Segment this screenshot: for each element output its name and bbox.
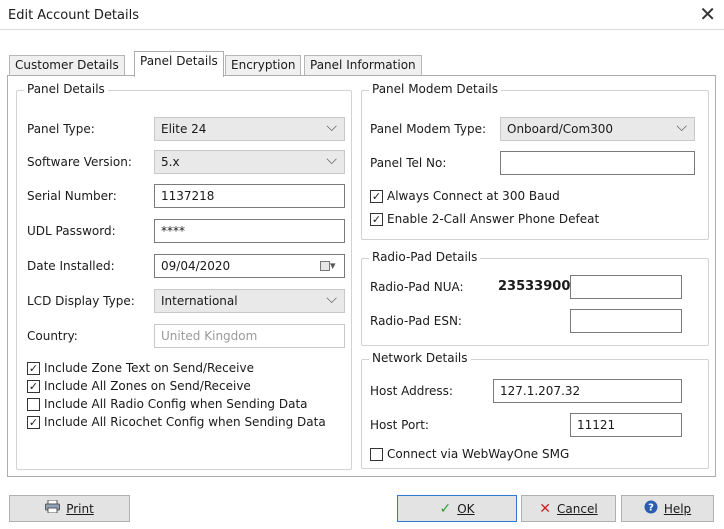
- print-label: Print: [66, 501, 94, 516]
- checkbox-label: Include Zone Text on Send/Receive: [44, 361, 254, 375]
- print-button[interactable]: Print: [9, 495, 130, 522]
- radio-pad-nua-prefix: 23533900: [498, 279, 571, 294]
- software-version-label: Software Version:: [27, 155, 132, 169]
- tab-panel-information[interactable]: Panel Information: [304, 55, 422, 76]
- country-field: United Kingdom: [154, 324, 345, 348]
- panel-tel-no-field[interactable]: [500, 151, 695, 175]
- calendar-dropdown-icon[interactable]: ▾: [320, 259, 340, 273]
- checkbox-checked-icon: ✓: [370, 189, 383, 203]
- help-icon: ?: [644, 500, 658, 518]
- checkbox-checked-icon: ✓: [370, 212, 383, 226]
- panel-modem-type-label: Panel Modem Type:: [370, 122, 486, 136]
- chevron-down-icon: ⌵: [676, 119, 687, 135]
- lcd-display-type-value: International: [161, 294, 238, 308]
- panel-tel-no-label: Panel Tel No:: [370, 156, 447, 170]
- date-installed-label: Date Installed:: [27, 259, 115, 273]
- checkbox-unchecked-icon: [370, 447, 383, 461]
- lcd-display-type-label: LCD Display Type:: [27, 294, 135, 308]
- host-port-field[interactable]: 11121: [570, 413, 682, 437]
- checkbox-connect-webwayone[interactable]: Connect via WebWayOne SMG: [370, 447, 569, 461]
- udl-password-field[interactable]: ****: [154, 219, 345, 243]
- radio-pad-esn-label: Radio-Pad ESN:: [370, 314, 462, 328]
- panel-modem-type-select[interactable]: Onboard/Com300 ⌵: [500, 117, 695, 141]
- checkbox-label: Connect via WebWayOne SMG: [387, 447, 570, 461]
- cancel-label: Cancel: [557, 501, 598, 516]
- help-label: Help: [663, 501, 692, 516]
- checkbox-checked-icon: ✓: [27, 361, 40, 375]
- help-button[interactable]: ? Help: [621, 495, 714, 522]
- group-legend: Panel Modem Details: [369, 82, 501, 96]
- svg-text:?: ?: [648, 502, 654, 513]
- lcd-display-type-select[interactable]: International ⌵: [154, 289, 345, 313]
- panel-type-value: Elite 24: [161, 122, 207, 136]
- tab-strip: Customer Details Panel Details Encryptio…: [0, 30, 724, 78]
- ok-button[interactable]: ✓ OK: [397, 495, 517, 522]
- printer-icon: [45, 499, 61, 517]
- panel-type-select[interactable]: Elite 24 ⌵: [154, 117, 345, 141]
- software-version-value: 5.x: [161, 155, 180, 169]
- group-legend: Panel Details: [24, 82, 108, 96]
- checkbox-label: Include All Ricochet Config when Sending…: [44, 415, 326, 429]
- host-port-label: Host Port:: [370, 418, 429, 432]
- serial-number-label: Serial Number:: [27, 189, 117, 203]
- network-details-group: Network Details Host Address: 127.1.207.…: [361, 351, 709, 469]
- radio-pad-esn-field[interactable]: [570, 309, 682, 333]
- udl-password-label: UDL Password:: [27, 224, 116, 238]
- panel-details-group: Panel Details Panel Type: Elite 24 ⌵ Sof…: [16, 82, 352, 470]
- date-installed-picker[interactable]: 09/04/2020 ▾: [154, 254, 345, 278]
- tab-panel-details[interactable]: Panel Details: [134, 51, 224, 77]
- ok-label: OK: [457, 501, 475, 516]
- chevron-down-icon: ⌵: [326, 152, 337, 168]
- radio-pad-nua-field[interactable]: [570, 275, 682, 299]
- checkbox-label: Enable 2-Call Answer Phone Defeat: [387, 212, 600, 226]
- date-installed-value: 09/04/2020: [161, 259, 231, 273]
- panel-modem-group: Panel Modem Details Panel Modem Type: On…: [361, 82, 709, 240]
- group-legend: Radio-Pad Details: [369, 250, 481, 264]
- tab-customer-details[interactable]: Customer Details: [9, 55, 125, 76]
- title-bar: Edit Account Details ✕: [0, 0, 724, 30]
- radio-pad-group: Radio-Pad Details Radio-Pad NUA: 2353390…: [361, 250, 709, 346]
- tab-panel: Panel Details Panel Type: Elite 24 ⌵ Sof…: [7, 75, 716, 477]
- cancel-button[interactable]: ✕ Cancel: [521, 495, 616, 522]
- checkmark-icon: ✓: [439, 500, 452, 517]
- chevron-down-icon: ⌵: [326, 119, 337, 135]
- checkbox-always-connect-300[interactable]: ✓ Always Connect at 300 Baud: [370, 189, 560, 203]
- country-label: Country:: [27, 329, 78, 343]
- serial-number-field[interactable]: 1137218: [154, 184, 345, 208]
- checkbox-enable-2-call[interactable]: ✓ Enable 2-Call Answer Phone Defeat: [370, 212, 599, 226]
- window-title: Edit Account Details: [8, 8, 139, 23]
- checkbox-label: Always Connect at 300 Baud: [387, 189, 560, 203]
- host-address-label: Host Address:: [370, 384, 453, 398]
- checkbox-label: Include All Radio Config when Sending Da…: [44, 397, 308, 411]
- host-address-field[interactable]: 127.1.207.32: [493, 379, 682, 403]
- software-version-select[interactable]: 5.x ⌵: [154, 150, 345, 174]
- tab-encryption[interactable]: Encryption: [225, 55, 302, 76]
- checkbox-include-zone-text[interactable]: ✓ Include Zone Text on Send/Receive: [27, 361, 254, 375]
- panel-type-label: Panel Type:: [27, 122, 95, 136]
- chevron-down-icon: ⌵: [326, 291, 337, 307]
- close-icon[interactable]: ✕: [699, 3, 716, 25]
- cross-icon: ✕: [539, 500, 552, 517]
- radio-pad-nua-label: Radio-Pad NUA:: [370, 280, 464, 294]
- checkbox-include-all-zones[interactable]: ✓ Include All Zones on Send/Receive: [27, 379, 251, 393]
- group-legend: Network Details: [369, 351, 471, 365]
- checkbox-include-radio-config[interactable]: Include All Radio Config when Sending Da…: [27, 397, 308, 411]
- checkbox-unchecked-icon: [27, 397, 40, 411]
- checkbox-checked-icon: ✓: [27, 379, 40, 393]
- checkbox-checked-icon: ✓: [27, 415, 40, 429]
- checkbox-include-ricochet-config[interactable]: ✓ Include All Ricochet Config when Sendi…: [27, 415, 326, 429]
- panel-modem-type-value: Onboard/Com300: [507, 122, 614, 136]
- checkbox-label: Include All Zones on Send/Receive: [44, 379, 251, 393]
